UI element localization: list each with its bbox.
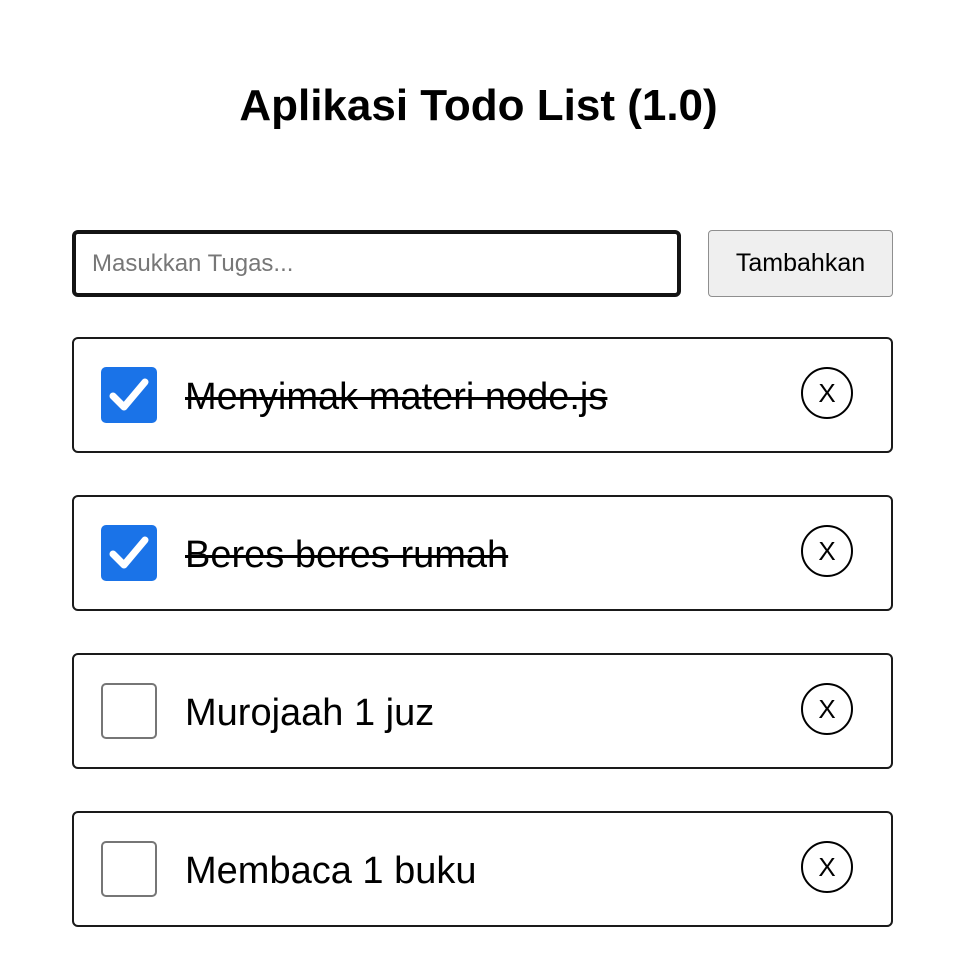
checkmark-icon xyxy=(109,378,149,411)
delete-button[interactable]: X xyxy=(801,367,853,419)
todo-checkbox[interactable] xyxy=(101,841,157,897)
todo-text: Beres beres rumah xyxy=(185,534,509,576)
todo-checkbox[interactable] xyxy=(101,367,157,423)
todo-text: Membaca 1 buku xyxy=(185,850,477,892)
delete-button[interactable]: X xyxy=(801,525,853,577)
todo-checkbox[interactable] xyxy=(101,525,157,581)
todo-text: Menyimak materi node.js xyxy=(185,376,608,418)
todo-item: Membaca 1 buku X xyxy=(72,811,893,927)
todo-item: Murojaah 1 juz X xyxy=(72,653,893,769)
todo-item: Beres beres rumah X xyxy=(72,495,893,611)
page-title: Aplikasi Todo List (1.0) xyxy=(239,81,718,130)
todo-checkbox[interactable] xyxy=(101,683,157,739)
todo-text: Murojaah 1 juz xyxy=(185,692,435,734)
checkmark-icon xyxy=(109,536,149,569)
add-task-button[interactable]: Tambahkan xyxy=(708,230,893,297)
task-input[interactable] xyxy=(72,230,681,297)
todo-list: Menyimak materi node.js X Beres beres ru… xyxy=(72,337,893,957)
delete-button[interactable]: X xyxy=(801,841,853,893)
delete-button[interactable]: X xyxy=(801,683,853,735)
todo-item: Menyimak materi node.js X xyxy=(72,337,893,453)
